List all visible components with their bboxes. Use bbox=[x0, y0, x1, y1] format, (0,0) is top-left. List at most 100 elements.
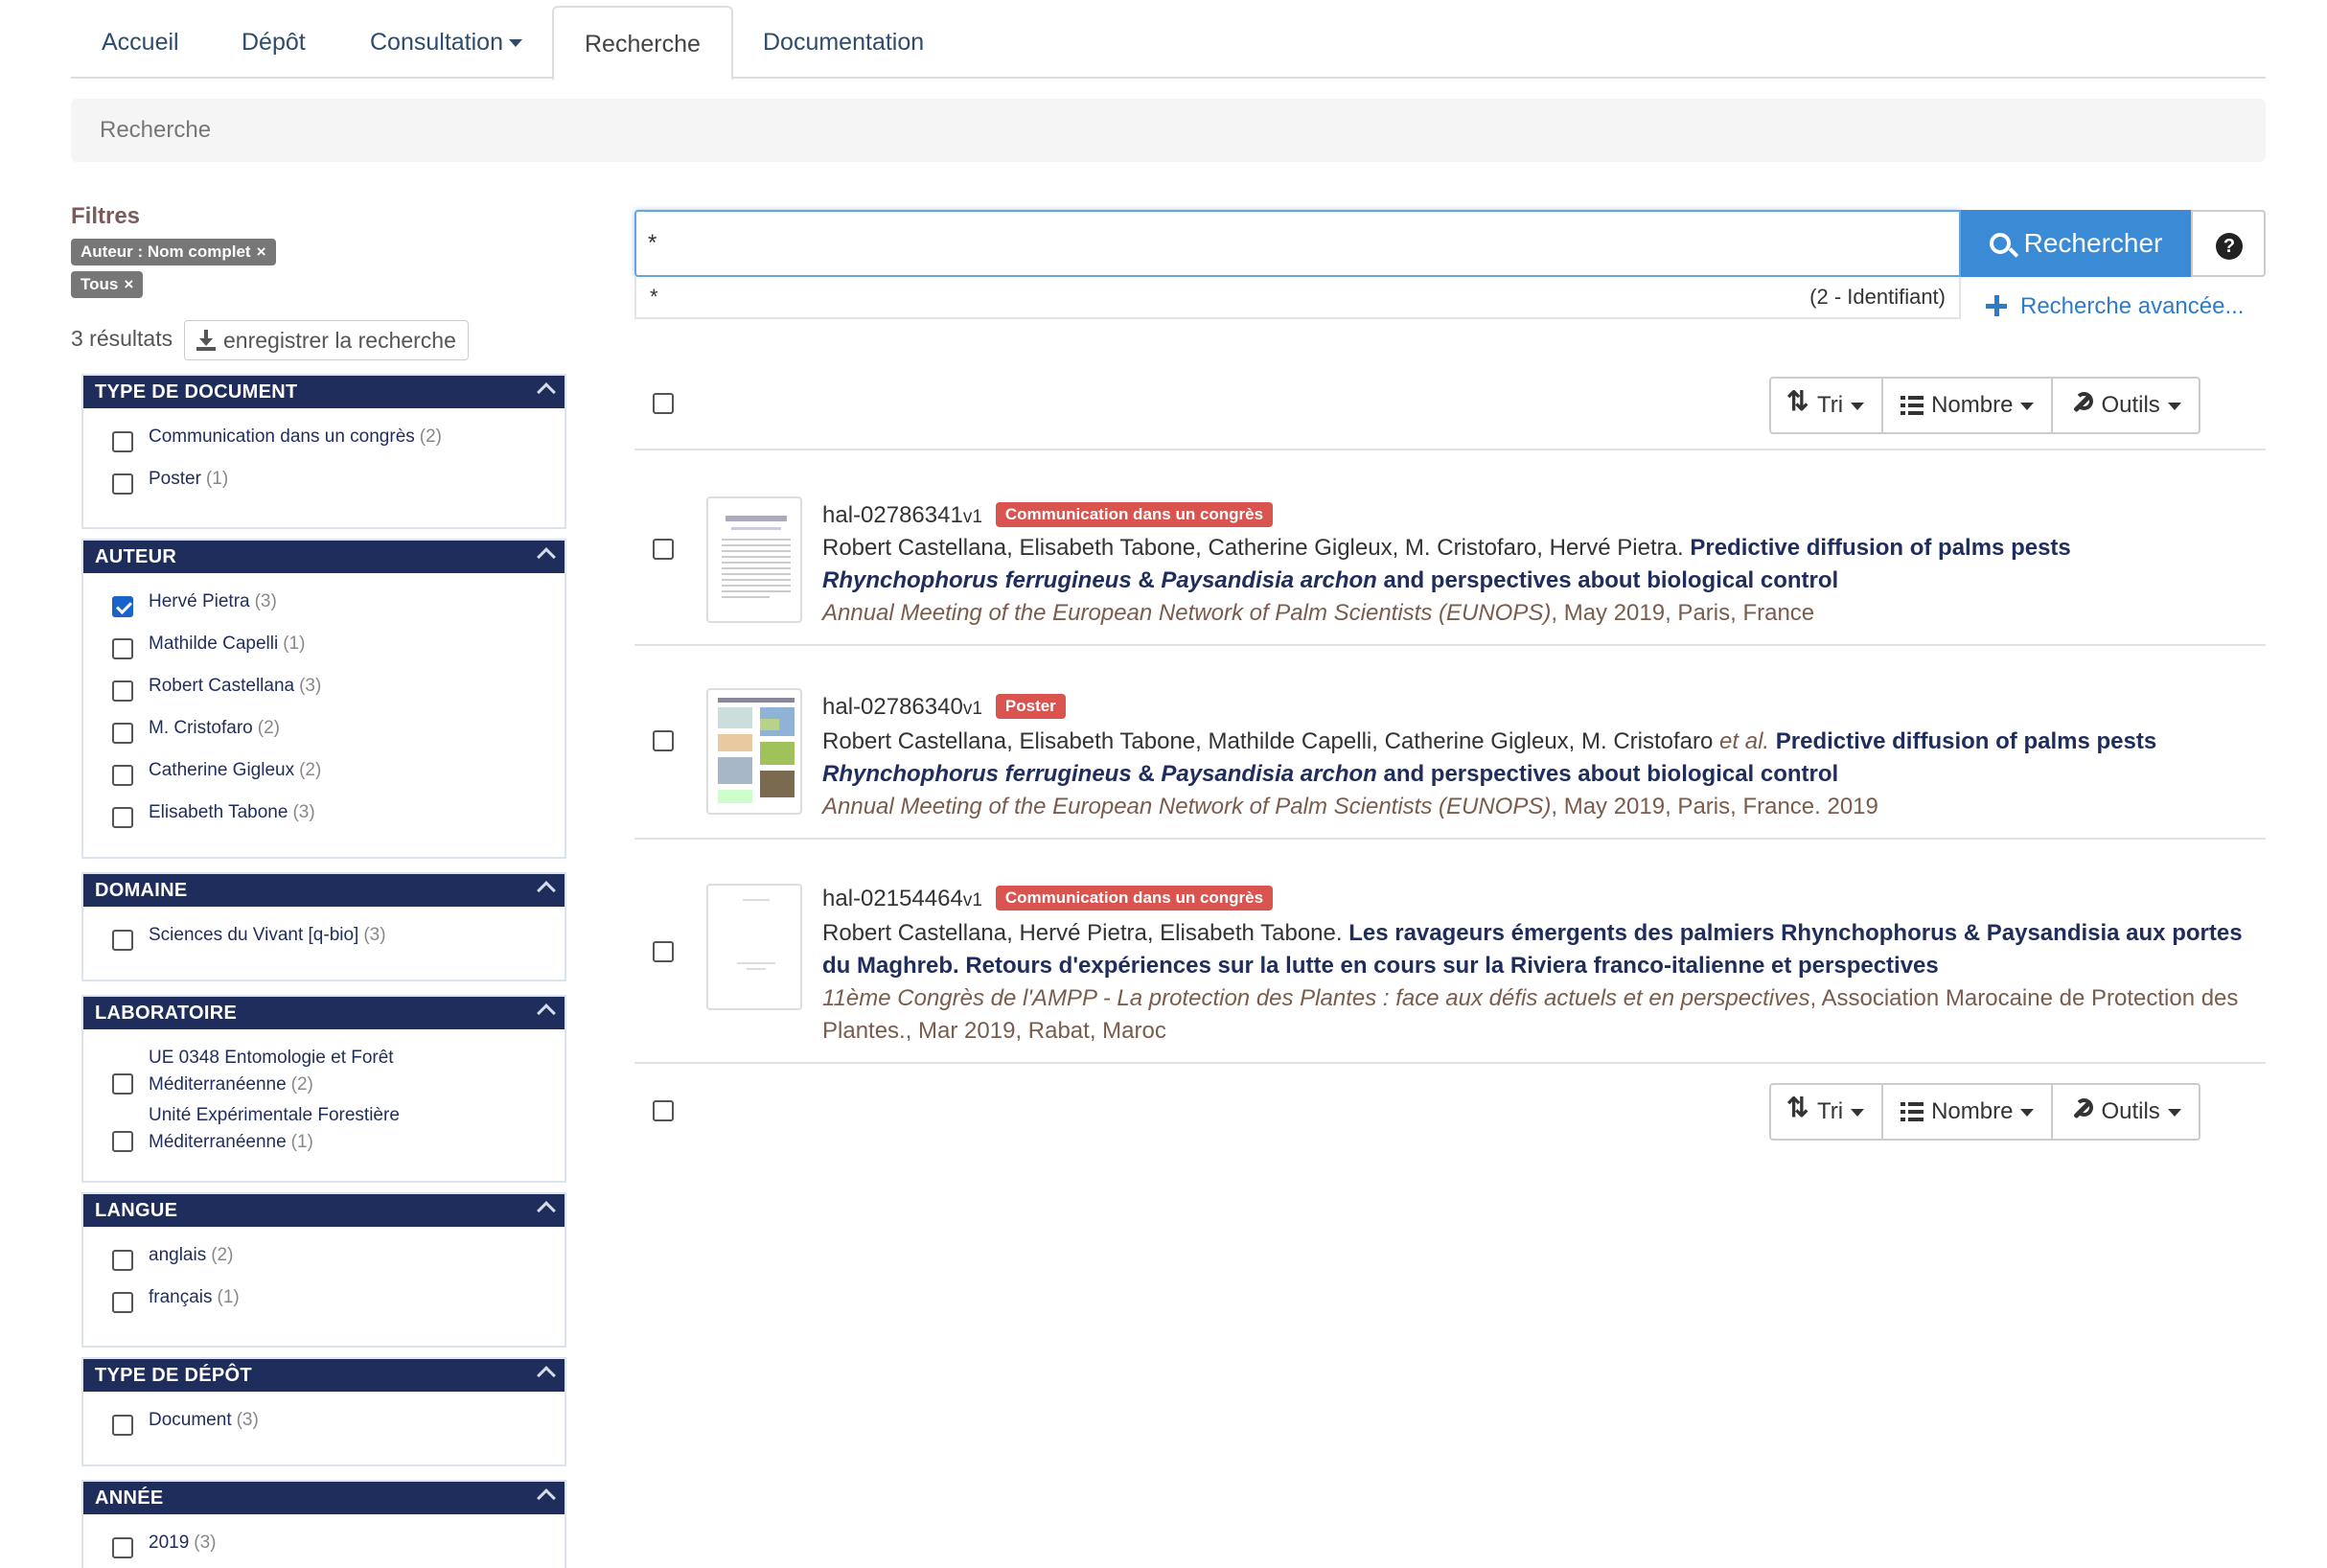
checkbox[interactable] bbox=[112, 765, 133, 786]
facet-option[interactable]: Sciences du Vivant [q-bio] (3) bbox=[112, 922, 386, 951]
option-label: UE 0348 Entomologie et Forêt bbox=[149, 1048, 394, 1068]
facet-option[interactable]: anglais (2) bbox=[112, 1242, 233, 1271]
checkbox[interactable] bbox=[112, 807, 133, 828]
checkbox[interactable] bbox=[112, 1292, 133, 1313]
document-thumbnail-icon bbox=[722, 516, 791, 598]
chevron-up-icon[interactable] bbox=[537, 1366, 556, 1385]
checkbox[interactable] bbox=[112, 930, 133, 951]
checkbox[interactable] bbox=[112, 1415, 133, 1436]
facet-option[interactable]: Elisabeth Tabone (3) bbox=[112, 799, 315, 828]
facet-option[interactable]: 2019 (3) bbox=[112, 1530, 217, 1558]
sort-button[interactable]: Tri bbox=[1769, 377, 1884, 434]
checkbox[interactable] bbox=[112, 473, 133, 495]
chevron-up-icon[interactable] bbox=[537, 1488, 556, 1508]
result-checkbox[interactable] bbox=[653, 539, 674, 560]
search-suggestion[interactable]: * (2 - Identifiant) bbox=[634, 277, 1961, 319]
facet-header[interactable]: AUTEUR bbox=[83, 541, 564, 573]
result-thumbnail[interactable] bbox=[706, 884, 802, 1010]
filter-tag-all[interactable]: Tous × bbox=[71, 271, 144, 298]
facet-option[interactable]: UE 0348 Entomologie et Forêt Méditerranée… bbox=[112, 1045, 394, 1098]
filter-tag-author[interactable]: Auteur : Nom complet × bbox=[71, 239, 276, 265]
result-id[interactable]: hal-02786341v1 Communication dans un cong… bbox=[822, 502, 1274, 529]
checkbox[interactable] bbox=[112, 638, 133, 659]
suggestion-value: * bbox=[650, 285, 658, 309]
checkbox[interactable] bbox=[112, 1131, 133, 1152]
option-count: (2) bbox=[419, 427, 442, 447]
facet-header[interactable]: ANNÉE bbox=[83, 1482, 564, 1514]
facet-language: LANGUE anglais (2) français (1) bbox=[81, 1192, 566, 1348]
result-title[interactable]: Predictive diffusion of palms pests bbox=[1776, 728, 2156, 754]
result-title[interactable]: Predictive diffusion of palms pests bbox=[1690, 535, 2070, 561]
result-title[interactable]: du Maghreb. Retours d'expériences sur la… bbox=[822, 953, 1939, 979]
facet-title: DOMAINE bbox=[95, 880, 188, 901]
chevron-up-icon[interactable] bbox=[537, 881, 556, 900]
plus-icon bbox=[1986, 295, 2007, 316]
checkbox[interactable] bbox=[112, 1073, 133, 1095]
result-thumbnail[interactable] bbox=[706, 496, 802, 623]
checkbox[interactable] bbox=[112, 680, 133, 702]
document-type-badge: Poster bbox=[995, 694, 1066, 719]
facet-option[interactable]: Robert Castellana (3) bbox=[112, 673, 321, 702]
result-line: Annual Meeting of the European Network o… bbox=[822, 794, 1878, 820]
option-label: anglais bbox=[149, 1245, 207, 1265]
checkbox[interactable] bbox=[112, 1250, 133, 1271]
checkbox[interactable] bbox=[112, 723, 133, 744]
close-icon[interactable]: × bbox=[257, 242, 266, 261]
chevron-down-icon bbox=[2167, 1108, 2181, 1117]
chevron-up-icon[interactable] bbox=[537, 382, 556, 402]
tab-accueil[interactable]: Accueil bbox=[71, 6, 210, 79]
tab-documentation[interactable]: Documentation bbox=[732, 6, 955, 79]
result-title[interactable]: Les ravageurs émergents des palmiers Rhy… bbox=[1348, 920, 2242, 946]
tab-depot[interactable]: Dépôt bbox=[211, 6, 336, 79]
close-icon[interactable]: × bbox=[124, 275, 133, 293]
title-species: Rhynchophorus ferrugineus bbox=[822, 761, 1132, 787]
checkbox-checked[interactable] bbox=[112, 596, 133, 617]
chevron-up-icon[interactable] bbox=[537, 1003, 556, 1023]
count-button[interactable]: Nombre bbox=[1881, 377, 2054, 434]
checkbox[interactable] bbox=[112, 1537, 133, 1558]
facet-header[interactable]: LABORATOIRE bbox=[83, 997, 564, 1029]
tab-consultation[interactable]: Consultation bbox=[339, 6, 553, 79]
save-search-button[interactable]: enregistrer la recherche bbox=[184, 320, 469, 360]
facet-option[interactable]: M. Cristofaro (2) bbox=[112, 715, 280, 744]
result-thumbnail[interactable] bbox=[706, 688, 802, 815]
result-version: v1 bbox=[962, 507, 982, 527]
result-checkbox[interactable] bbox=[653, 941, 674, 962]
facet-header[interactable]: TYPE DE DOCUMENT bbox=[83, 376, 564, 408]
sort-button[interactable]: Tri bbox=[1769, 1083, 1884, 1141]
checkbox[interactable] bbox=[112, 431, 133, 452]
help-button[interactable]: ? bbox=[2191, 210, 2266, 277]
search-button[interactable]: Rechercher bbox=[1961, 210, 2191, 277]
advanced-search-link[interactable]: Recherche avancée... bbox=[1986, 293, 2244, 320]
facet-option[interactable]: Document (3) bbox=[112, 1407, 259, 1436]
result-checkbox[interactable] bbox=[653, 730, 674, 751]
search-input[interactable] bbox=[634, 210, 1961, 277]
facet-option[interactable]: français (1) bbox=[112, 1284, 240, 1313]
result-id[interactable]: hal-02154464v1 Communication dans un cong… bbox=[822, 886, 1274, 912]
result-title[interactable]: Rhynchophorus ferrugineus & Paysandisia … bbox=[822, 761, 1838, 787]
result-line: Robert Castellana, Elisabeth Tabone, Cat… bbox=[822, 535, 2071, 562]
facet-header[interactable]: LANGUE bbox=[83, 1194, 564, 1227]
tools-label: Outils bbox=[2101, 1098, 2160, 1124]
select-all-checkbox[interactable] bbox=[653, 393, 674, 414]
facet-option[interactable]: Communication dans un congrès (2) bbox=[112, 424, 442, 452]
filters-title: Filtres bbox=[71, 203, 141, 229]
option-label: français bbox=[149, 1287, 213, 1307]
facet-option[interactable]: Hervé Pietra (3) bbox=[112, 588, 277, 617]
count-button[interactable]: Nombre bbox=[1881, 1083, 2054, 1141]
result-title[interactable]: Rhynchophorus ferrugineus & Paysandisia … bbox=[822, 567, 1838, 593]
tab-recherche[interactable]: Recherche bbox=[552, 6, 733, 81]
tools-button[interactable]: Outils bbox=[2051, 377, 2200, 434]
chevron-up-icon[interactable] bbox=[537, 547, 556, 566]
facet-header[interactable]: DOMAINE bbox=[83, 874, 564, 907]
select-all-checkbox[interactable] bbox=[653, 1100, 674, 1121]
tools-button[interactable]: Outils bbox=[2051, 1083, 2200, 1141]
facet-option[interactable]: Unité Expérimentale Forestière Méditerran… bbox=[112, 1102, 400, 1156]
advanced-search-label: Recherche avancée... bbox=[2020, 293, 2245, 319]
facet-option[interactable]: Poster (1) bbox=[112, 466, 228, 495]
result-id[interactable]: hal-02786340v1 Poster bbox=[822, 694, 1066, 721]
facet-option[interactable]: Mathilde Capelli (1) bbox=[112, 631, 305, 659]
facet-option[interactable]: Catherine Gigleux (2) bbox=[112, 757, 321, 786]
chevron-up-icon[interactable] bbox=[537, 1201, 556, 1220]
facet-header[interactable]: TYPE DE DÉPÔT bbox=[83, 1359, 564, 1392]
